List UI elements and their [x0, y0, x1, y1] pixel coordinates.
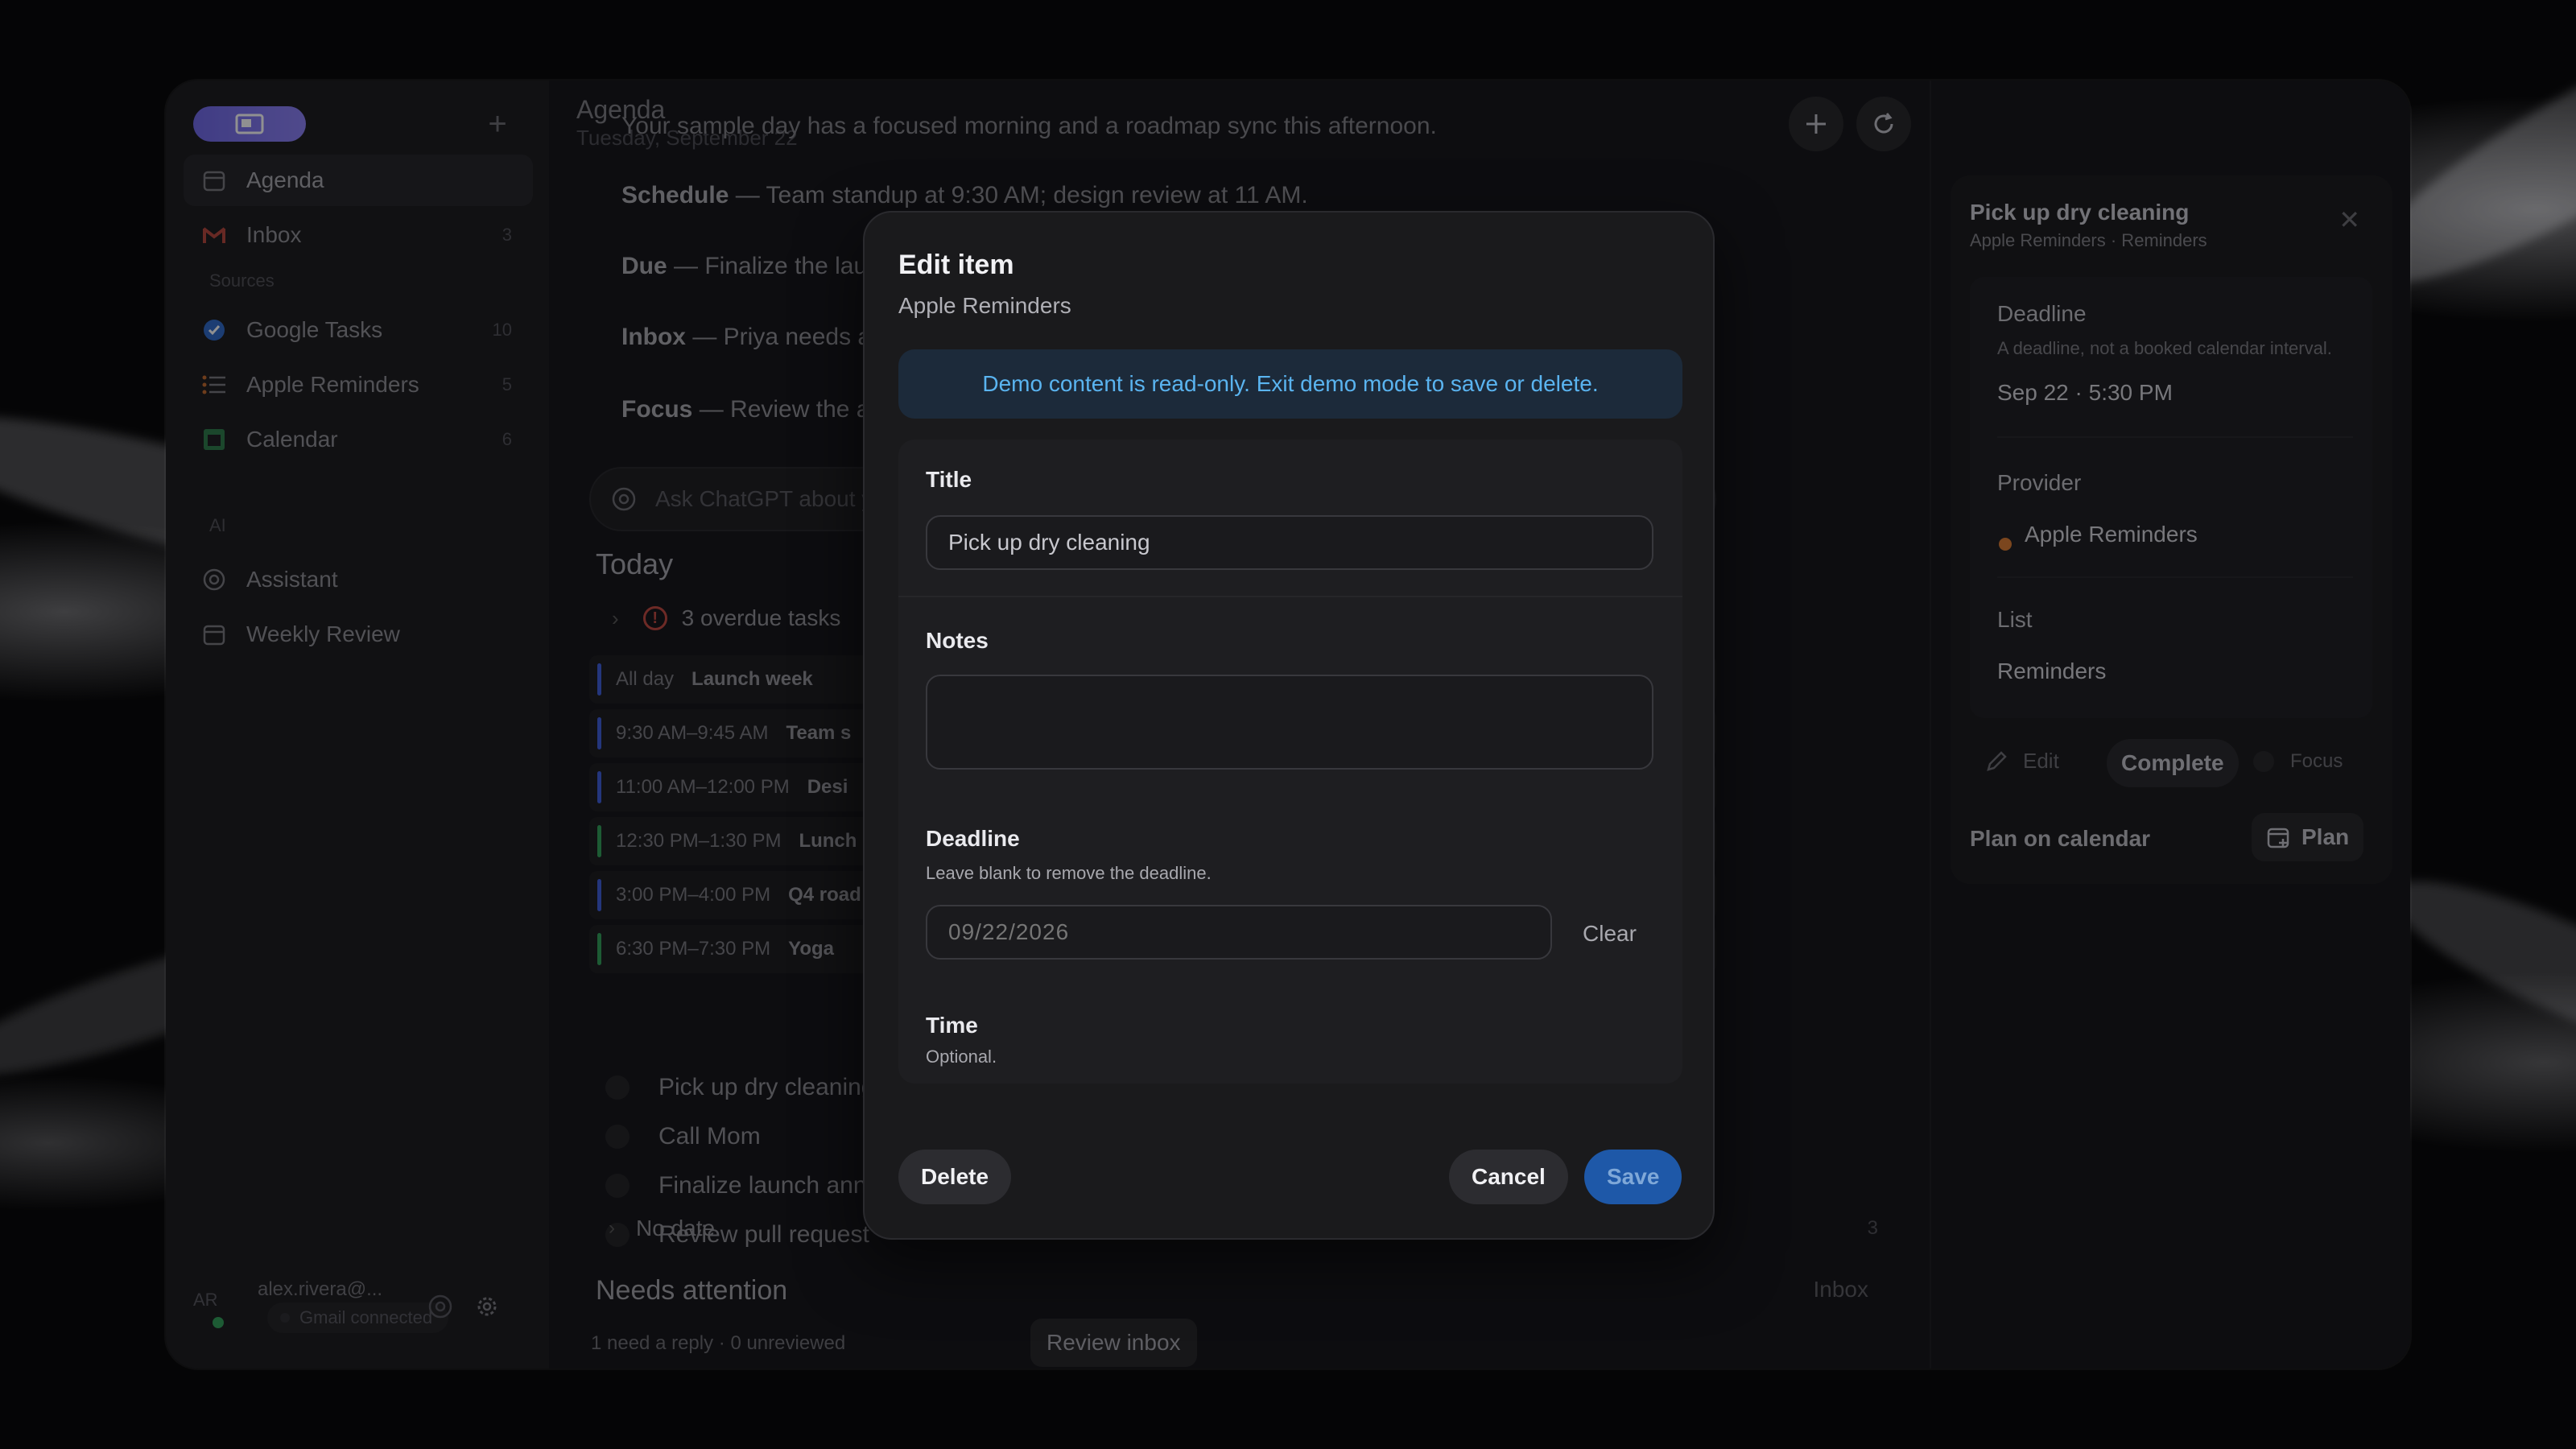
notes-field[interactable] [926, 675, 1653, 770]
dialog-form: Title Notes Deadline Leave blank to remo… [898, 440, 1682, 1084]
deadline-field-label: Deadline [926, 826, 1020, 851]
read-only-banner: Demo content is read-only. Exit demo mod… [898, 349, 1682, 419]
deadline-help: Leave blank to remove the deadline. [926, 863, 1212, 883]
edit-item-dialog: Edit item Apple Reminders Demo content i… [863, 211, 1715, 1240]
title-field[interactable] [926, 515, 1653, 570]
deadline-date-field[interactable] [926, 905, 1552, 960]
dialog-subtitle: Apple Reminders [898, 293, 1071, 318]
delete-button[interactable]: Delete [898, 1150, 1012, 1204]
time-field-label: Time [926, 1013, 978, 1038]
dialog-title: Edit item [898, 250, 1014, 280]
divider [898, 596, 1682, 597]
title-field-label: Title [926, 467, 972, 492]
save-button[interactable]: Save [1584, 1150, 1682, 1204]
clear-deadline-button[interactable]: Clear [1583, 921, 1637, 947]
cancel-button[interactable]: Cancel [1449, 1150, 1568, 1204]
time-help: Optional. [926, 1046, 997, 1067]
notes-field-label: Notes [926, 628, 989, 653]
